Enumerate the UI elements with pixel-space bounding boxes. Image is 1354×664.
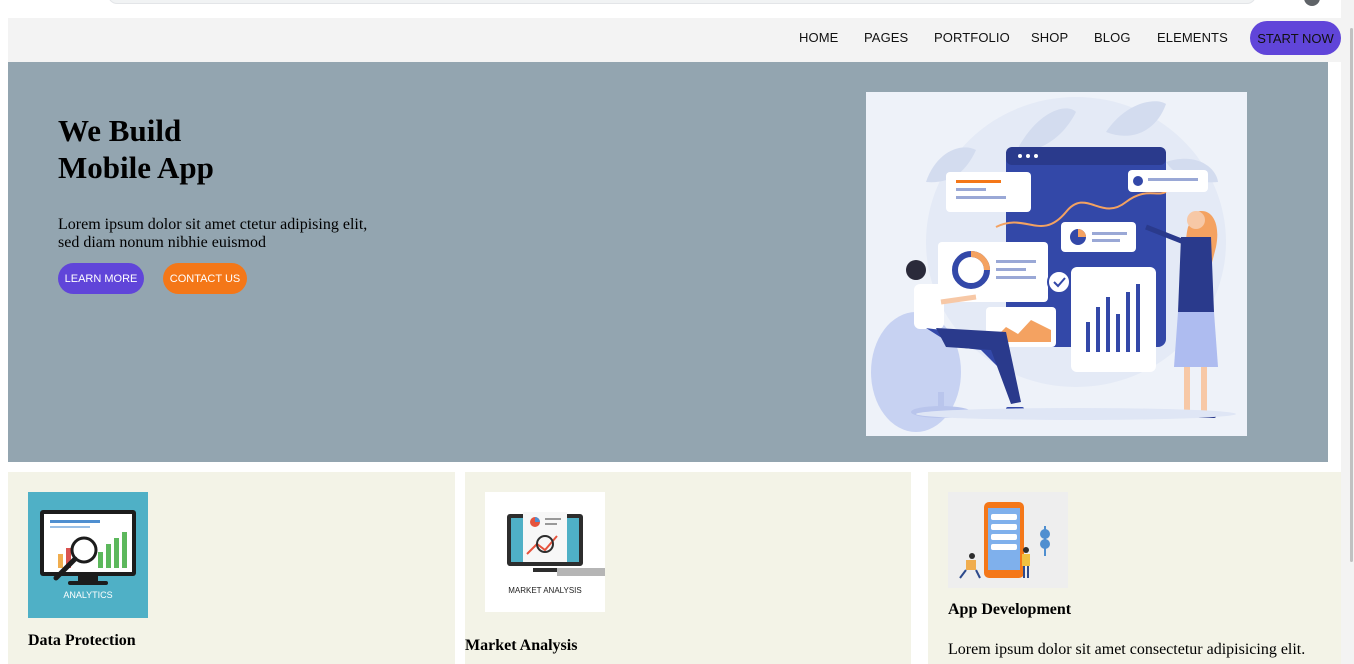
card-title-market-analysis: Market Analysis: [465, 637, 578, 654]
nav-portfolio[interactable]: PORTFOLIO: [934, 30, 1010, 45]
app-development-image: [948, 492, 1068, 588]
contact-us-button[interactable]: CONTACT US: [163, 263, 247, 294]
learn-more-button[interactable]: LEARN MORE: [58, 263, 144, 294]
card-title-app-development: App Development: [948, 601, 1072, 618]
analytics-caption: ANALYTICS: [63, 590, 113, 600]
card-title-data-protection: Data Protection: [28, 632, 136, 649]
hero-text-line: sed diam nonum nibhie euismod: [58, 234, 266, 251]
address-bar[interactable]: [108, 0, 1256, 4]
service-card: ANALYTICS Data Protection: [8, 472, 455, 664]
service-card: MARKET ANALYSIS Market Analysis: [465, 472, 911, 664]
nav-elements[interactable]: ELEMENTS: [1157, 30, 1228, 45]
market-analysis-image: MARKET ANALYSIS: [485, 492, 605, 612]
nav-pages[interactable]: PAGES: [864, 30, 908, 45]
analytics-image: ANALYTICS: [28, 492, 148, 618]
hero-title: We Build Mobile App: [58, 112, 214, 186]
scrollbar-thumb[interactable]: [1350, 28, 1353, 562]
nav-shop[interactable]: SHOP: [1031, 30, 1068, 45]
service-card: App Development Lorem ipsum dolor sit am…: [928, 472, 1341, 664]
browser-chrome: [0, 0, 1354, 8]
hero-text-line: Lorem ipsum dolor sit amet ctetur adipis…: [58, 216, 368, 233]
card-description: Lorem ipsum dolor sit amet consectetur a…: [948, 641, 1306, 658]
nav-home[interactable]: HOME: [799, 30, 838, 45]
nav-blog[interactable]: BLOG: [1094, 30, 1131, 45]
analytics-dashboard-illustration: [866, 92, 1247, 436]
hero-title-line: Mobile App: [58, 150, 214, 185]
profile-icon[interactable]: [1304, 0, 1320, 6]
market-analysis-caption: MARKET ANALYSIS: [508, 586, 582, 595]
hero-description: Lorem ipsum dolor sit amet ctetur adipis…: [58, 216, 398, 252]
hero-section: We Build Mobile App Lorem ipsum dolor si…: [8, 62, 1328, 462]
hero-title-line: We Build: [58, 113, 182, 148]
start-now-button[interactable]: START NOW: [1250, 21, 1341, 55]
top-navbar: HOME PAGES PORTFOLIO SHOP BLOG ELEMENTS …: [8, 18, 1341, 62]
